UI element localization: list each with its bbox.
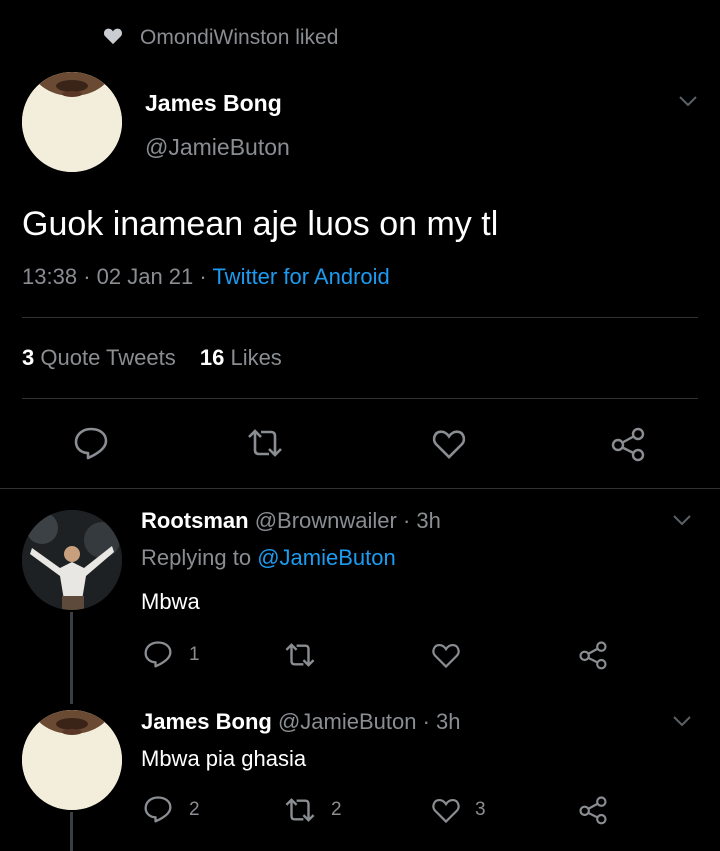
tweet-time: 13:38 (22, 264, 78, 289)
reply-age: 3h (416, 508, 441, 533)
reply-text: Mbwa (141, 589, 200, 614)
author-handle[interactable]: @JamieButon (145, 134, 290, 161)
social-context-text: OmondiWinston liked (140, 26, 339, 49)
reply-icon[interactable] (73, 426, 109, 460)
tweet-meta: 13:38 · 02 Jan 21 · Twitter for Android (22, 264, 390, 290)
avatar[interactable] (22, 710, 122, 810)
separator: · (199, 264, 207, 289)
tweet-text: Guok inamean aje luos on my tl (22, 205, 499, 243)
like-count: 3 (475, 799, 486, 820)
reply-header: James Bong @JamieButon · 3h (141, 709, 461, 735)
heart-icon (103, 27, 123, 45)
likes-label: Likes (230, 345, 282, 370)
replying-prefix: Replying to (141, 545, 252, 570)
retweet-icon[interactable] (283, 642, 317, 668)
separator: · (422, 709, 430, 734)
chevron-down-icon[interactable] (672, 513, 692, 527)
reply-author-name[interactable]: Rootsman (141, 508, 249, 533)
retweet-icon[interactable] (245, 428, 285, 458)
thread-line (70, 612, 73, 704)
divider (22, 398, 698, 399)
divider (0, 488, 720, 489)
tweet-stats: 3 Quote Tweets 16 Likes (22, 345, 282, 371)
tweet-source-link[interactable]: Twitter for Android (212, 264, 389, 289)
chevron-down-icon[interactable] (678, 94, 698, 108)
chevron-down-icon[interactable] (672, 714, 692, 728)
reply-icon[interactable] (143, 640, 173, 668)
quote-count: 3 (22, 345, 35, 370)
reply-actions: 2 2 3 (141, 793, 621, 827)
separator: · (402, 508, 411, 533)
reply-author-handle[interactable]: @Brownwailer (255, 508, 397, 533)
avatar[interactable] (22, 510, 122, 610)
tweet-date: 02 Jan 21 (96, 264, 194, 289)
thread-line (70, 812, 73, 851)
quote-tweets-link[interactable]: 3 Quote Tweets (22, 345, 182, 370)
reply-author-handle[interactable]: @JamieButon (278, 709, 417, 734)
like-icon[interactable] (431, 797, 461, 824)
share-icon[interactable] (609, 426, 647, 462)
like-icon[interactable] (431, 428, 467, 460)
reply-header: Rootsman @Brownwailer · 3h (141, 508, 441, 534)
quote-label: Quote Tweets (40, 345, 176, 370)
author-name[interactable]: James Bong (145, 90, 282, 117)
reply-count: 1 (189, 644, 200, 665)
avatar[interactable] (22, 72, 122, 172)
share-icon[interactable] (577, 795, 609, 825)
reply-actions: 1 (141, 638, 621, 672)
likes-link[interactable]: 16 Likes (200, 345, 282, 370)
like-icon[interactable] (431, 642, 461, 669)
reply-age: 3h (436, 709, 461, 734)
retweet-icon[interactable] (283, 797, 317, 823)
replying-to-handle[interactable]: @JamieButon (257, 545, 396, 570)
retweet-count: 2 (331, 799, 342, 820)
share-icon[interactable] (577, 640, 609, 670)
reply-text: Mbwa pia ghasia (141, 746, 307, 771)
reply-count: 2 (189, 799, 200, 820)
replying-to-line: Replying to @JamieButon (141, 545, 396, 571)
divider (22, 317, 698, 318)
reply-icon[interactable] (143, 795, 173, 823)
likes-count: 16 (199, 345, 225, 370)
reply-author-name[interactable]: James Bong (141, 709, 272, 734)
separator: · (83, 264, 91, 289)
